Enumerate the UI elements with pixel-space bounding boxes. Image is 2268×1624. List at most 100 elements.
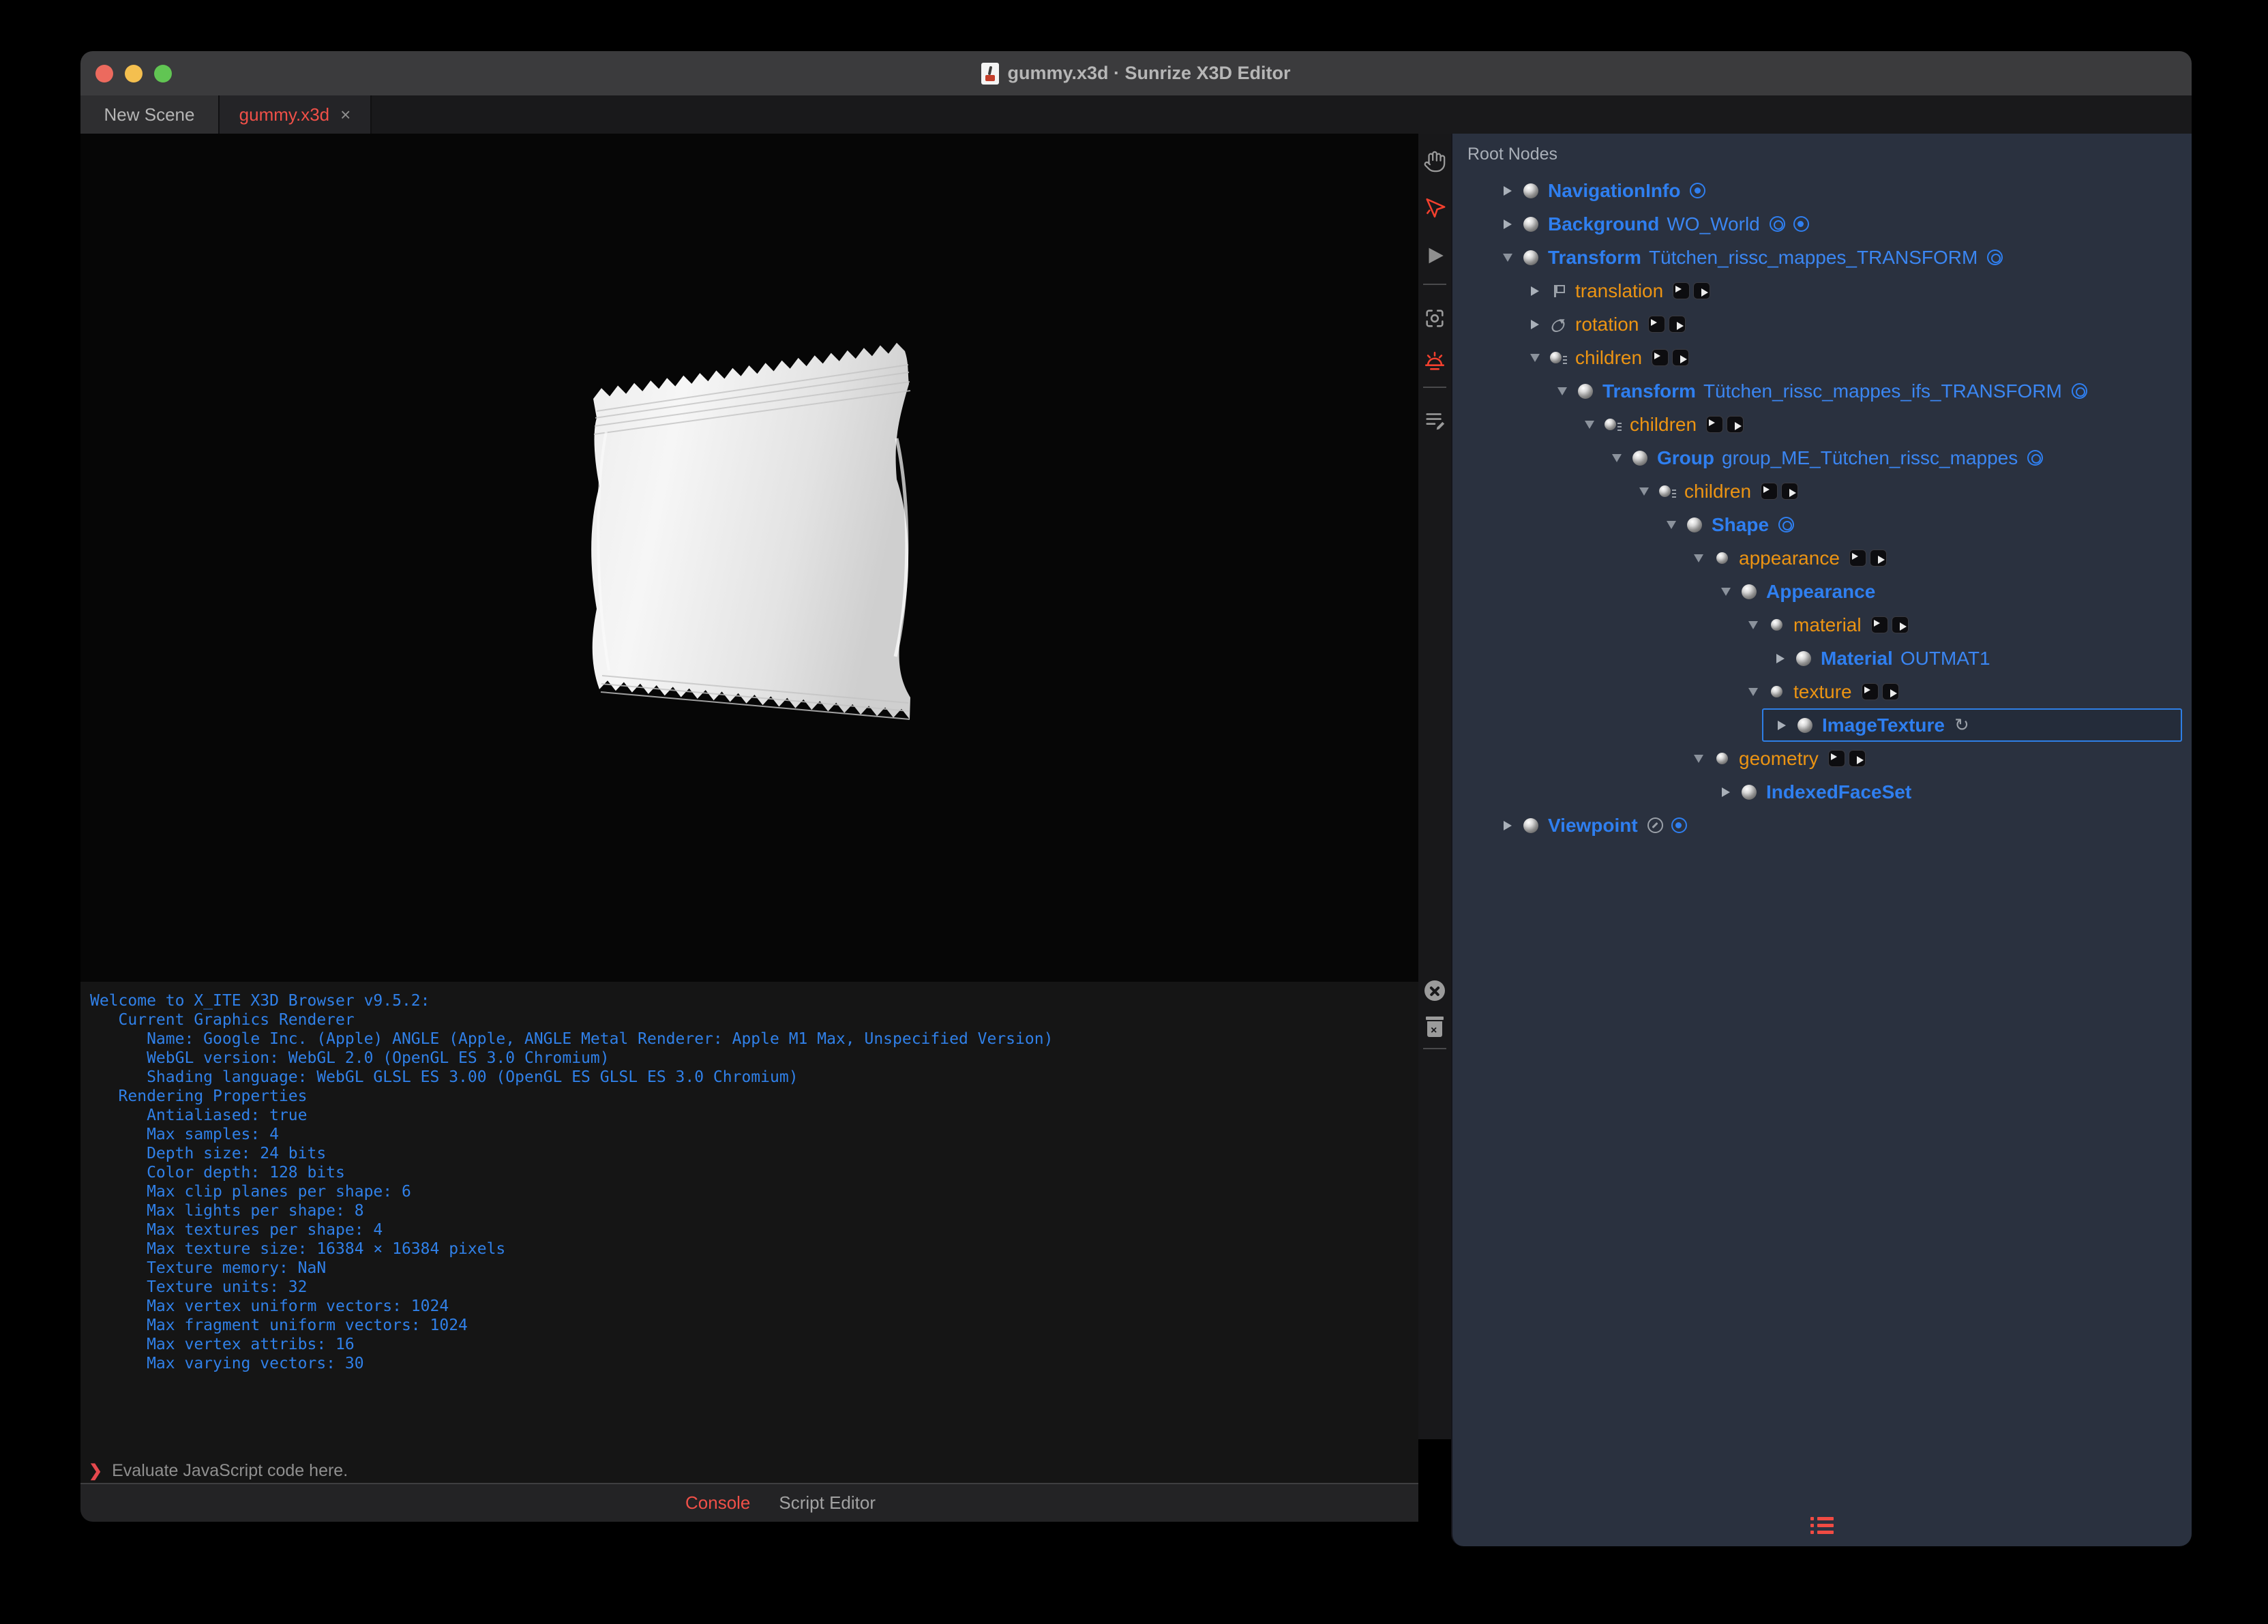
panel-list-icon[interactable] bbox=[1810, 1516, 1834, 1535]
route-connector-icons[interactable] bbox=[1861, 683, 1899, 700]
def-name: Tütchen_rissc_mappes_TRANSFORM bbox=[1648, 246, 1978, 268]
expander-triangle-icon[interactable] bbox=[1500, 185, 1515, 196]
target-icon[interactable] bbox=[1671, 817, 1687, 833]
visibility-icon[interactable] bbox=[1987, 250, 2003, 265]
route-input-icon bbox=[1827, 750, 1845, 767]
route-input-icon bbox=[1706, 416, 1724, 433]
field-name: children bbox=[1575, 346, 1643, 368]
js-input-field[interactable]: Evaluate JavaScript code here. bbox=[112, 1461, 348, 1481]
expander-triangle-icon[interactable] bbox=[1718, 787, 1733, 797]
expander-triangle-icon[interactable] bbox=[1691, 554, 1706, 562]
route-connector-icons[interactable] bbox=[1870, 616, 1909, 633]
tree-node-indexedfaceset[interactable]: IndexedFaceSet bbox=[1452, 775, 2192, 809]
expander-triangle-icon[interactable] bbox=[1691, 754, 1706, 763]
root-nodes-label: Root Nodes bbox=[1467, 145, 1558, 164]
route-input-icon bbox=[1648, 316, 1666, 333]
tab-script-editor[interactable]: Script Editor bbox=[779, 1492, 876, 1514]
console-line: Max varying vectors: 30 bbox=[90, 1355, 364, 1372]
clear-console-icon bbox=[1424, 980, 1445, 1001]
field-name: children bbox=[1630, 413, 1697, 435]
expander-triangle-icon[interactable] bbox=[1637, 487, 1652, 496]
tree-node-material[interactable]: Material OUTMAT1 bbox=[1452, 642, 2192, 675]
expander-triangle-icon[interactable] bbox=[1500, 253, 1515, 262]
console-line: Max lights per shape: 8 bbox=[90, 1202, 364, 1220]
script-edit-tool-button[interactable] bbox=[1422, 408, 1447, 432]
tree-field-texture[interactable]: texture bbox=[1452, 675, 2192, 708]
tab-new-scene-label: New Scene bbox=[104, 104, 195, 125]
tree-node-viewpoint[interactable]: Viewpoint bbox=[1452, 809, 2192, 842]
route-connector-icons[interactable] bbox=[1761, 483, 1799, 500]
node-type-name: ImageTexture bbox=[1822, 714, 1945, 736]
tab-console[interactable]: Console bbox=[685, 1492, 750, 1514]
reload-texture-icon[interactable]: ↻ bbox=[1954, 717, 1969, 734]
tab-gummy-x3d[interactable]: gummy.x3d × bbox=[220, 95, 372, 134]
expander-triangle-icon[interactable] bbox=[1582, 420, 1597, 429]
target-icon[interactable] bbox=[1690, 183, 1706, 198]
expander-triangle-icon[interactable] bbox=[1527, 286, 1542, 296]
tree-node-transform[interactable]: Transform Tütchen_rissc_mappes_ifs_TRANSF… bbox=[1452, 374, 2192, 408]
visibility-icon[interactable] bbox=[2071, 383, 2087, 399]
route-output-icon bbox=[1781, 483, 1799, 500]
pan-hand-tool-button[interactable] bbox=[1422, 149, 1447, 174]
expander-triangle-icon[interactable] bbox=[1746, 620, 1761, 629]
play-button[interactable] bbox=[1422, 243, 1447, 268]
expander-triangle-icon[interactable] bbox=[1555, 387, 1570, 395]
route-connector-icons[interactable] bbox=[1827, 750, 1866, 767]
close-window-button[interactable] bbox=[95, 64, 113, 82]
expander-triangle-icon[interactable] bbox=[1774, 720, 1789, 730]
expander-triangle-icon[interactable] bbox=[1664, 520, 1679, 529]
def-name: group_ME_Tütchen_rissc_mappes bbox=[1722, 447, 2018, 468]
target-icon[interactable] bbox=[1793, 216, 1809, 232]
tab-new-scene[interactable]: New Scene bbox=[80, 95, 220, 134]
expander-triangle-icon[interactable] bbox=[1527, 319, 1542, 329]
expander-triangle-icon[interactable] bbox=[1609, 453, 1624, 462]
light-tool-button[interactable] bbox=[1422, 349, 1447, 374]
visibility-icon[interactable] bbox=[1769, 216, 1785, 232]
expander-triangle-icon[interactable] bbox=[1500, 820, 1515, 830]
console-trash-button[interactable]: × bbox=[1422, 1014, 1447, 1039]
route-connector-icons[interactable] bbox=[1706, 416, 1744, 433]
tree-node-shape[interactable]: Shape bbox=[1452, 508, 2192, 541]
expander-triangle-icon[interactable] bbox=[1718, 587, 1733, 596]
zoom-window-button[interactable] bbox=[154, 64, 172, 82]
console-line: WebGL version: WebGL 2.0 (OpenGL ES 3.0 … bbox=[90, 1049, 610, 1067]
tree-field-rotation[interactable]: rotation bbox=[1452, 307, 2192, 341]
tree-field-children[interactable]: children bbox=[1452, 408, 2192, 441]
tree-field-translation[interactable]: translation bbox=[1452, 274, 2192, 307]
tree-field-children[interactable]: children bbox=[1452, 341, 2192, 374]
node-type-name: Viewpoint bbox=[1548, 814, 1638, 836]
route-input-icon bbox=[1652, 349, 1669, 366]
tab-bar: New Scene gummy.x3d × bbox=[80, 95, 2192, 134]
tree-node-group[interactable]: Group group_ME_Tütchen_rissc_mappes bbox=[1452, 441, 2192, 475]
route-connector-icons[interactable] bbox=[1648, 316, 1686, 333]
select-arrow-tool-button[interactable] bbox=[1422, 196, 1447, 220]
tree-field-appearance[interactable]: appearance bbox=[1452, 541, 2192, 575]
expander-triangle-icon[interactable] bbox=[1500, 219, 1515, 229]
field-name: appearance bbox=[1739, 547, 1840, 569]
tree-field-geometry[interactable]: geometry bbox=[1452, 742, 2192, 775]
expander-triangle-icon[interactable] bbox=[1527, 353, 1542, 362]
3d-viewport[interactable] bbox=[80, 134, 1418, 982]
expander-triangle-icon[interactable] bbox=[1773, 653, 1788, 663]
tree-node-appearance[interactable]: Appearance bbox=[1452, 575, 2192, 608]
tree-node-imagetexture[interactable]: ImageTexture ↻ bbox=[1762, 708, 2182, 742]
tree-node-navigationinfo[interactable]: NavigationInfo bbox=[1452, 174, 2192, 207]
tab-close-icon[interactable]: × bbox=[340, 106, 350, 123]
route-connector-icons[interactable] bbox=[1652, 349, 1690, 366]
tree-node-background[interactable]: Background WO_World bbox=[1452, 207, 2192, 241]
expander-triangle-icon[interactable] bbox=[1746, 687, 1761, 696]
console-line: Texture memory: NaN bbox=[90, 1259, 327, 1277]
route-connector-icons[interactable] bbox=[1673, 282, 1711, 299]
console-line: Current Graphics Renderer bbox=[90, 1011, 355, 1029]
tree-node-transform[interactable]: Transform Tütchen_rissc_mappes_TRANSFORM bbox=[1452, 241, 2192, 274]
visibility-icon[interactable] bbox=[1778, 517, 1795, 532]
minimize-window-button[interactable] bbox=[125, 64, 143, 82]
tree-field-material[interactable]: material bbox=[1452, 608, 2192, 642]
console-clear-button[interactable] bbox=[1422, 978, 1447, 1003]
tool-circle-icon[interactable] bbox=[1647, 817, 1663, 833]
visibility-icon[interactable] bbox=[2027, 450, 2044, 466]
route-connector-icons[interactable] bbox=[1849, 550, 1887, 567]
tree-field-children[interactable]: children bbox=[1452, 475, 2192, 508]
snapshot-tool-button[interactable] bbox=[1422, 306, 1447, 331]
traffic-lights bbox=[95, 51, 172, 95]
